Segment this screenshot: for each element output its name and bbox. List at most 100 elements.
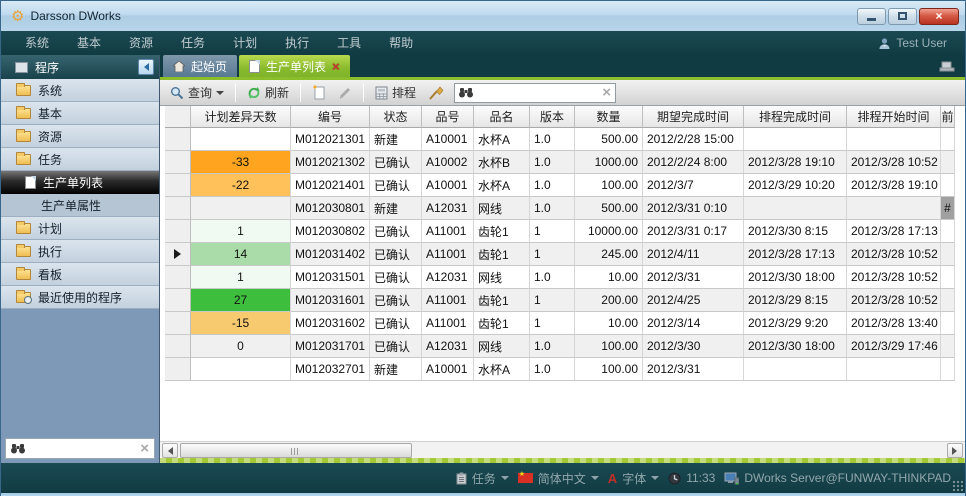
title-bar[interactable]: ⚙ Darsson DWorks × <box>1 1 965 31</box>
resize-grip[interactable] <box>952 480 963 491</box>
close-button[interactable]: × <box>919 8 959 25</box>
sidebar-item-9[interactable]: 看板 <box>1 263 159 286</box>
menu-item-3[interactable]: 资源 <box>115 31 167 55</box>
table-row[interactable]: -22M012021401已确认A10001水杯A1.0100.002012/3… <box>165 174 955 197</box>
sidebar-collapse-button[interactable] <box>138 59 154 75</box>
horizontal-scrollbar[interactable] <box>160 441 965 458</box>
tab-close-icon[interactable]: × <box>332 60 340 73</box>
sidebar-item-1[interactable]: 系统 <box>1 79 159 102</box>
toolbar-search-clear-icon[interactable]: × <box>602 85 611 100</box>
schedule-label: 排程 <box>392 84 416 101</box>
cell-part_name: 网线 <box>474 197 530 220</box>
cell-part_name: 水杯A <box>474 358 530 381</box>
cell-sched_finish: 2012/3/28 17:13 <box>744 243 847 266</box>
cell-version: 1 <box>530 243 575 266</box>
sidebar-item-7[interactable]: 计划 <box>1 217 159 240</box>
table-row[interactable]: M012021301新建A10001水杯A1.0500.002012/2/28 … <box>165 128 955 151</box>
tab-1[interactable]: 起始页 <box>163 55 237 77</box>
new-button[interactable] <box>308 83 330 102</box>
cell-status: 已确认 <box>370 151 422 174</box>
minimize-button[interactable] <box>857 8 886 25</box>
table-row[interactable]: 1M012030802已确认A11001齿轮1110000.002012/3/3… <box>165 220 955 243</box>
menu-item-1[interactable]: 系统 <box>11 31 63 55</box>
column-header-sched_start[interactable]: 排程开始时间 <box>847 106 941 128</box>
scroll-left-button[interactable] <box>162 443 178 458</box>
column-header-code[interactable]: 编号 <box>291 106 370 128</box>
broom-icon <box>428 86 444 100</box>
cell-code: M012021302 <box>291 151 370 174</box>
cell-sched_start <box>847 358 941 381</box>
column-header-diff[interactable]: 计划差异天数 <box>191 106 291 128</box>
grid-header-indicator <box>165 106 191 128</box>
refresh-button[interactable]: 刷新 <box>243 82 293 103</box>
column-header-due[interactable]: 期望完成时间 <box>643 106 744 128</box>
clipboard-icon <box>456 472 467 485</box>
schedule-button[interactable]: 排程 <box>371 82 420 103</box>
sidebar-item-3[interactable]: 资源 <box>1 125 159 148</box>
close-icon: × <box>935 10 942 22</box>
table-row[interactable]: 27M012031601已确认A11001齿轮11200.002012/4/25… <box>165 289 955 312</box>
sidebar-search-clear-icon[interactable]: × <box>140 441 149 456</box>
user-name: Test User <box>896 36 947 50</box>
sidebar-item-label: 任务 <box>38 151 62 168</box>
cell-part_name: 水杯A <box>474 128 530 151</box>
current-user[interactable]: Test User <box>878 36 955 50</box>
table-row[interactable]: M012032701新建A10001水杯A1.0100.002012/3/31 <box>165 358 955 381</box>
menu-item-6[interactable]: 执行 <box>271 31 323 55</box>
table-row[interactable]: -15M012031602已确认A11001齿轮1110.002012/3/14… <box>165 312 955 335</box>
cell-extra: # <box>941 197 955 220</box>
cell-sched_finish <box>744 197 847 220</box>
sidebar-item-10[interactable]: 最近使用的程序 <box>1 286 159 309</box>
sidebar-search-box[interactable]: × <box>5 438 155 459</box>
cell-diff: 14 <box>191 243 291 266</box>
toolbar-search-box[interactable]: × <box>454 83 616 103</box>
scrollbar-thumb[interactable] <box>180 443 412 458</box>
row-indicator <box>165 243 191 266</box>
sidebar-search-input[interactable] <box>30 442 135 456</box>
table-row[interactable]: -33M012021302已确认A10002水杯B1.01000.002012/… <box>165 151 955 174</box>
column-header-part_name[interactable]: 品名 <box>474 106 530 128</box>
cell-qty: 10.00 <box>575 312 643 335</box>
table-row[interactable]: 14M012031402已确认A11001齿轮11245.002012/4/11… <box>165 243 955 266</box>
menu-item-8[interactable]: 帮助 <box>375 31 427 55</box>
column-header-part_no[interactable]: 品号 <box>422 106 474 128</box>
folder-icon <box>16 154 31 165</box>
table-row[interactable]: 0M012031701已确认A12031网线1.0100.002012/3/30… <box>165 335 955 358</box>
cell-diff <box>191 358 291 381</box>
cell-due: 2012/3/31 0:17 <box>643 220 744 243</box>
sidebar-item-8[interactable]: 执行 <box>1 240 159 263</box>
row-indicator <box>165 312 191 335</box>
sidebar-item-4[interactable]: 任务 <box>1 148 159 171</box>
scroll-right-button[interactable] <box>947 443 963 458</box>
cell-version: 1.0 <box>530 151 575 174</box>
column-header-version[interactable]: 版本 <box>530 106 575 128</box>
tab-2[interactable]: 生产单列表× <box>239 55 350 77</box>
menu-item-4[interactable]: 任务 <box>167 31 219 55</box>
column-header-extra[interactable]: 前 <box>941 106 955 128</box>
sidebar-item-2[interactable]: 基本 <box>1 102 159 125</box>
menu-item-7[interactable]: 工具 <box>323 31 375 55</box>
maximize-button[interactable] <box>888 8 917 25</box>
window-list-icon[interactable] <box>939 60 955 73</box>
toolbar-search-input[interactable] <box>477 86 598 100</box>
edit-button[interactable] <box>334 84 356 102</box>
sidebar-item-6[interactable]: 生产单属性 <box>1 194 159 217</box>
column-header-qty[interactable]: 数量 <box>575 106 643 128</box>
language-menu[interactable]: 简体中文 <box>518 470 599 487</box>
table-row[interactable]: 1M012031501已确认A12031网线1.010.002012/3/312… <box>165 266 955 289</box>
menu-item-5[interactable]: 计划 <box>219 31 271 55</box>
table-row[interactable]: M012030801新建A12031网线1.0500.002012/3/31 0… <box>165 197 955 220</box>
production-order-grid: 计划差异天数编号状态品号品名版本数量期望完成时间排程完成时间排程开始时间前M01… <box>165 106 955 381</box>
cell-due: 2012/3/31 <box>643 358 744 381</box>
query-button[interactable]: 查询 <box>166 82 228 103</box>
font-menu[interactable]: A 字体 <box>608 470 659 487</box>
menu-item-2[interactable]: 基本 <box>63 31 115 55</box>
sidebar-item-5[interactable]: 生产单列表 <box>1 171 159 194</box>
cell-extra <box>941 289 955 312</box>
clean-button[interactable] <box>424 84 448 102</box>
column-header-sched_finish[interactable]: 排程完成时间 <box>744 106 847 128</box>
cell-due: 2012/4/25 <box>643 289 744 312</box>
time-value: 11:33 <box>686 471 715 485</box>
column-header-status[interactable]: 状态 <box>370 106 422 128</box>
task-menu[interactable]: 任务 <box>456 470 509 487</box>
